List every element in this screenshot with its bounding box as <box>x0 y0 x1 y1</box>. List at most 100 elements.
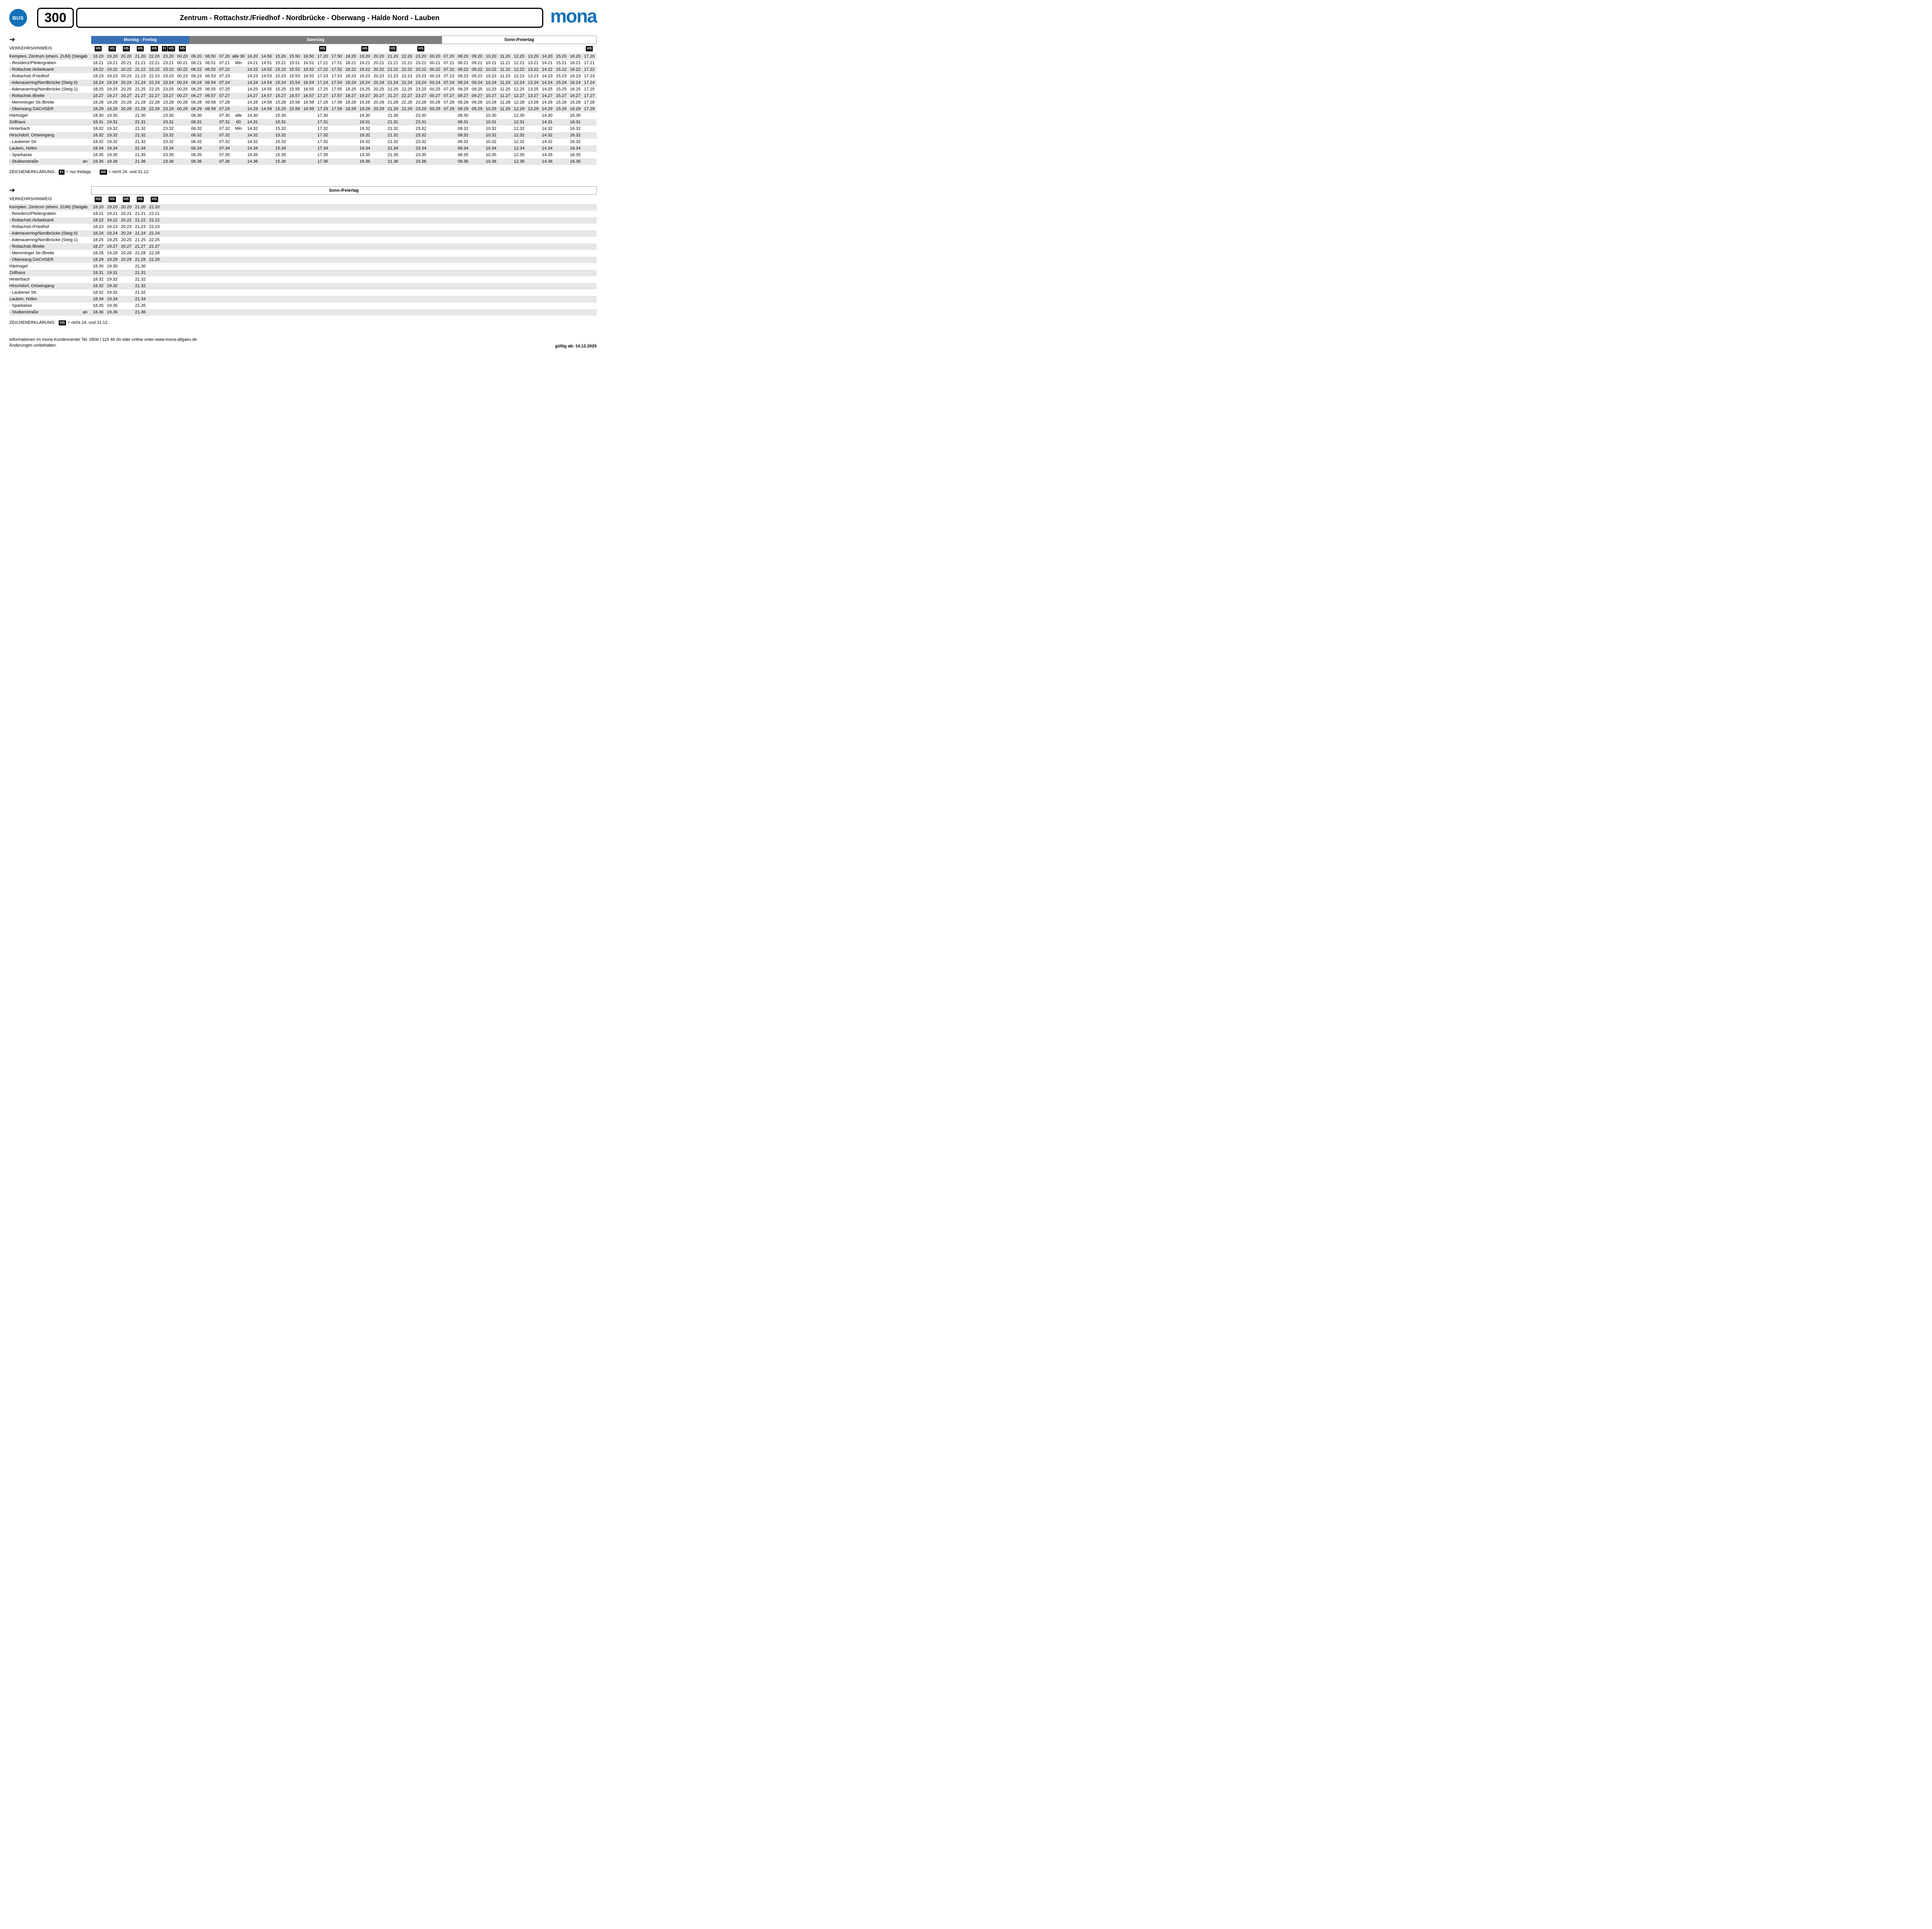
time-cell <box>372 158 386 165</box>
time-cell <box>287 296 301 303</box>
stop-mark <box>83 66 91 73</box>
hinweis-cell: HS <box>105 44 119 53</box>
time-cell: 10.23 <box>484 73 498 80</box>
time-cell <box>175 289 189 296</box>
time-cell: 17.27 <box>582 93 597 99</box>
stop-row: - Rottachstr./Breite18.2719.2720.2721.27… <box>9 243 597 250</box>
time-cell <box>344 145 358 152</box>
time-cell: 23.36 <box>414 158 428 165</box>
time-cell: 07.21 <box>442 60 456 66</box>
time-cell <box>175 158 189 165</box>
time-cell <box>428 296 442 303</box>
time-cell: 15.28 <box>274 99 287 106</box>
time-cell: 19.21 <box>105 60 119 66</box>
time-cell <box>484 250 498 257</box>
time-cell <box>582 152 597 158</box>
legend-item-text: = nicht 24. und 31.12. <box>68 320 109 325</box>
time-cell <box>287 303 301 309</box>
time-cell: 14.28 <box>245 99 259 106</box>
time-cell: 09.22 <box>470 66 484 73</box>
time-cell <box>204 270 218 276</box>
time-cell: 21.30 <box>133 263 147 270</box>
time-cell: 08.22 <box>456 66 470 73</box>
stop-mark <box>83 289 91 296</box>
time-cell <box>260 303 274 309</box>
time-cell <box>428 237 442 243</box>
time-cell: 19.35 <box>358 152 372 158</box>
time-cell <box>175 243 189 250</box>
time-cell: 21.36 <box>133 158 147 165</box>
time-cell <box>582 145 597 152</box>
time-cell: 21.32 <box>133 126 147 132</box>
time-cell: 21.28 <box>133 99 147 106</box>
time-cell <box>582 250 597 257</box>
time-cell <box>302 204 316 211</box>
time-cell: 19.30 <box>105 263 119 270</box>
time-cell: 18.30 <box>91 112 105 119</box>
time-cell <box>470 211 484 217</box>
time-cell <box>470 112 484 119</box>
time-cell <box>344 204 358 211</box>
time-cell: 18.31 <box>91 270 105 276</box>
day-band-row: ➔Montag - FreitagSamstagSonn-/Feiertag <box>9 36 597 44</box>
time-cell: 20.27 <box>372 93 386 99</box>
time-cell: 17.31 <box>316 119 330 126</box>
time-cell <box>526 270 540 276</box>
time-cell <box>484 243 498 250</box>
time-cell <box>287 243 301 250</box>
time-cell: 18.28 <box>91 250 105 257</box>
time-cell <box>302 217 316 224</box>
time-cell <box>119 139 133 145</box>
time-cell <box>231 257 245 263</box>
time-cell: 18.28 <box>91 99 105 106</box>
time-cell <box>554 303 568 309</box>
time-cell <box>498 119 512 126</box>
time-cell <box>231 243 245 250</box>
time-cell <box>204 237 218 243</box>
time-cell: 19.32 <box>105 126 119 132</box>
time-cell: 19.31 <box>105 119 119 126</box>
time-cell: 14.30 <box>245 112 259 119</box>
time-cell <box>526 263 540 270</box>
time-cell: 21.28 <box>386 99 400 106</box>
stop-mark <box>83 296 91 303</box>
hinweis-cell <box>372 44 386 53</box>
time-cell <box>147 119 161 126</box>
stop-mark <box>83 119 91 126</box>
time-cell <box>147 112 161 119</box>
time-cell <box>372 126 386 132</box>
time-cell: 18.30 <box>91 263 105 270</box>
time-cell: 14.54 <box>260 80 274 86</box>
time-cell <box>231 106 245 112</box>
time-cell: 10.29 <box>484 106 498 112</box>
time-cell <box>484 230 498 237</box>
time-cell: 16.21 <box>568 60 582 66</box>
time-cell: 16.36 <box>568 158 582 165</box>
time-cell <box>204 283 218 289</box>
time-cell: 07.25 <box>442 86 456 93</box>
time-cell: 21.23 <box>133 224 147 230</box>
time-cell <box>442 224 456 230</box>
time-cell: 07.20 <box>218 53 231 60</box>
time-cell: 15.24 <box>554 80 568 86</box>
time-cell: 22.24 <box>147 230 161 237</box>
time-cell <box>568 211 582 217</box>
time-cell: 20.28 <box>119 250 133 257</box>
time-cell: 22.23 <box>400 73 414 80</box>
time-cell: 17.57 <box>330 93 344 99</box>
time-cell: 18.29 <box>91 257 105 263</box>
time-cell <box>162 283 175 289</box>
stop-row: - Residenz/Pfeilergraben18.2119.2120.212… <box>9 211 597 217</box>
time-cell <box>414 296 428 303</box>
legend-item: HS= nicht 24. und 31.12. <box>100 170 150 175</box>
legend: ZEICHENERKLÄRUNG:Fr= nur freitagsHS= nic… <box>9 170 597 175</box>
time-cell: 21.22 <box>133 66 147 73</box>
time-cell <box>568 263 582 270</box>
time-cell <box>175 217 189 224</box>
time-cell <box>484 296 498 303</box>
time-cell <box>540 276 554 283</box>
time-cell <box>442 289 456 296</box>
time-cell <box>204 309 218 316</box>
time-cell: 00.23 <box>175 73 189 80</box>
time-cell: alle 30 <box>231 53 245 60</box>
